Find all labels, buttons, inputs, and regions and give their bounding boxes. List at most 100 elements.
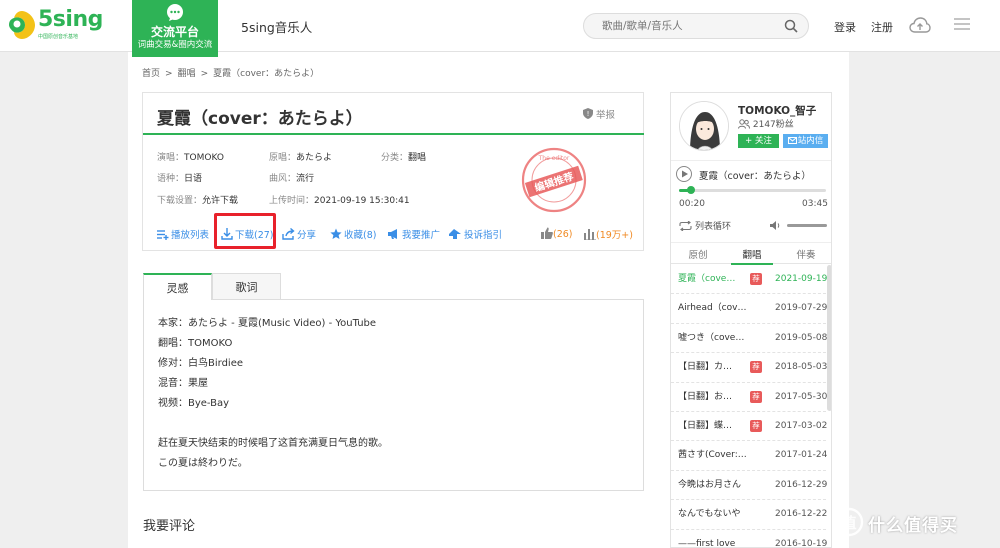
complain-guide-label: 投诉指引 <box>464 230 503 241</box>
song-list-name[interactable]: なんでもないや <box>678 500 748 529</box>
like-count: (26) <box>553 229 573 240</box>
song-list-date: 2016-10-19 <box>775 538 828 548</box>
exchange-platform-button[interactable]: 交流平台 词曲交易&圈内交流 <box>132 0 218 57</box>
megaphone-icon <box>388 229 397 239</box>
recommend-badge: 荐 <box>750 361 762 374</box>
meta-key: 语种： <box>157 174 185 184</box>
song-list-name[interactable]: 今晩はお月さん <box>678 471 748 500</box>
song-list-date: 2021-09-19 <box>775 274 828 284</box>
breadcrumb-home[interactable]: 首页 <box>142 69 160 79</box>
song-list-item[interactable]: 今晩はお月さん 2016-12-29 <box>671 471 828 501</box>
svg-text:!: ! <box>587 110 590 118</box>
title-divider <box>143 133 644 135</box>
song-list-name[interactable]: Airhead（cover：初... <box>678 294 748 323</box>
collect-label: 收藏(8) <box>344 230 377 241</box>
song-list-item[interactable]: 【日翻】蝶々結... 荐 2017-03-02 <box>671 412 827 442</box>
song-list-name[interactable]: 【日翻】おとな... <box>678 383 738 412</box>
comment-heading: 我要评论 <box>143 519 196 534</box>
now-playing-title: 夏霞（cover：あたらよ） <box>699 171 811 182</box>
users-icon <box>738 119 750 129</box>
stamp-ring-text: The editor <box>538 155 570 162</box>
musician-link[interactable]: 5sing音乐人 <box>241 17 312 36</box>
tab-inspiration[interactable]: 灵感 <box>143 273 212 300</box>
follow-button[interactable]: + 关注 <box>738 134 779 148</box>
stamp-text: 编辑推荐 <box>533 170 575 195</box>
download-highlight-box <box>214 213 276 249</box>
inspiration-line: 本家：あたらよ - 夏霞(Music Video) - YouTube <box>158 318 377 329</box>
song-list-name[interactable]: ——first love <box>678 530 748 547</box>
report-link[interactable]: ! 举报 <box>583 107 615 121</box>
song-list-name[interactable]: 【日翻】蝶々結... <box>678 412 738 441</box>
site-logo[interactable]: 5sing 中国原创音乐基地 <box>8 7 118 44</box>
recommend-badge: 荐 <box>750 419 762 432</box>
meta-upload-time: 上传时间：2021-09-19 15:30:41 <box>269 193 410 206</box>
song-list-name[interactable]: 夏霞（cover：あたらよ） <box>678 265 738 294</box>
meta-value: 2021-09-19 15:30:41 <box>314 196 410 206</box>
tab-accompaniment[interactable]: 伴奏 <box>779 247 831 261</box>
song-list-item[interactable]: 夏霞（cover：あたらよ） 荐 2021-09-19 <box>671 265 828 295</box>
song-list-date: 2016-12-29 <box>775 479 828 490</box>
breadcrumb-category[interactable]: 翻唱 <box>178 69 196 79</box>
song-list-item[interactable]: ——first love 2016-10-19 <box>671 530 828 548</box>
report-label: 举报 <box>596 110 616 121</box>
progress-bar[interactable] <box>679 186 826 194</box>
login-link[interactable]: 登录 <box>834 19 856 35</box>
playlist-add-icon <box>157 230 169 240</box>
time-current: 00:20 <box>679 199 705 209</box>
loop-mode-button[interactable]: 列表循环 <box>679 219 731 232</box>
cloud-upload-icon[interactable] <box>909 16 931 36</box>
song-list-item[interactable]: 嘘つき（cover：阿部... 2019-05-08 <box>671 324 827 354</box>
meta-value[interactable]: TOMOKO <box>184 153 224 163</box>
breadcrumb-current: 夏霞（cover：あたらよ） <box>213 69 320 79</box>
like-button[interactable]: (26) <box>541 227 573 240</box>
tab-original[interactable]: 原创 <box>671 247 725 261</box>
avatar[interactable] <box>679 101 729 151</box>
artist-name[interactable]: TOMOKO_智子 <box>738 103 816 118</box>
watermark-text: 什么值得买 <box>868 516 958 536</box>
playlist-button[interactable]: 播放列表 <box>157 227 209 241</box>
song-list-item[interactable]: Airhead（cover：初... 2019-07-29 <box>671 294 828 324</box>
song-title: 夏霞（cover：あたらよ） <box>157 109 363 129</box>
song-list-date: 2019-07-29 <box>775 303 828 314</box>
logo-subtitle: 中国原创音乐基地 <box>38 34 79 40</box>
collect-button[interactable]: 收藏(8) <box>330 227 376 241</box>
message-button[interactable]: 站内信 <box>783 134 828 148</box>
fans-value: 2147粉丝 <box>752 120 794 130</box>
search-input[interactable] <box>602 18 782 34</box>
editor-recommend-stamp: The editor 编辑推荐 <box>521 147 587 213</box>
scrollbar[interactable] <box>827 265 831 411</box>
info-tabs: 灵感 歌词 <box>143 273 283 300</box>
song-list-item[interactable]: なんでもないや 2016-12-22 <box>671 500 828 530</box>
tab-lyrics[interactable]: 歌词 <box>212 273 281 300</box>
promote-button[interactable]: 我要推广 <box>387 227 440 241</box>
breadcrumb: 首页 > 翻唱 > 夏霞（cover：あたらよ） <box>142 66 324 79</box>
volume-slider[interactable] <box>787 224 827 227</box>
share-button[interactable]: 分享 <box>282 227 316 241</box>
inspiration-line: 视频：Bye-Bay <box>158 398 230 409</box>
play-button[interactable] <box>676 166 692 182</box>
complain-guide-button[interactable]: 投诉指引 <box>449 227 502 241</box>
play-icon <box>682 170 688 178</box>
playlist-label: 播放列表 <box>171 230 210 241</box>
meta-value: 允许下载 <box>202 196 239 206</box>
search-icon[interactable] <box>784 19 798 33</box>
meta-key: 演唱： <box>157 153 185 163</box>
song-list-item[interactable]: 茜さす(Cover:Aimer) 2017-01-24 <box>671 441 827 471</box>
song-list-name[interactable]: 嘘つき（cover：阿部... <box>678 324 748 353</box>
song-list-item[interactable]: 【日翻】カタオ... 荐 2018-05-03 <box>671 353 827 383</box>
meta-value: 翻唱 <box>408 153 427 163</box>
song-list-name[interactable]: 【日翻】カタオ... <box>678 353 738 382</box>
progress-knob[interactable] <box>686 186 695 194</box>
tab-cover[interactable]: 翻唱 <box>725 247 779 261</box>
menu-icon[interactable] <box>953 17 971 31</box>
volume-icon[interactable] <box>769 220 781 231</box>
register-link[interactable]: 注册 <box>871 19 893 35</box>
time-total: 03:45 <box>802 199 828 209</box>
mail-icon <box>787 137 797 144</box>
song-list-name[interactable]: 茜さす(Cover:Aimer) <box>678 441 748 470</box>
loop-mode-label: 列表循环 <box>695 222 732 232</box>
platform-title: 交流平台 <box>150 25 199 39</box>
song-list-date: 2016-12-22 <box>775 509 828 520</box>
chat-icon <box>167 4 183 21</box>
song-list-item[interactable]: 【日翻】おとな... 荐 2017-05-30 <box>671 383 827 412</box>
